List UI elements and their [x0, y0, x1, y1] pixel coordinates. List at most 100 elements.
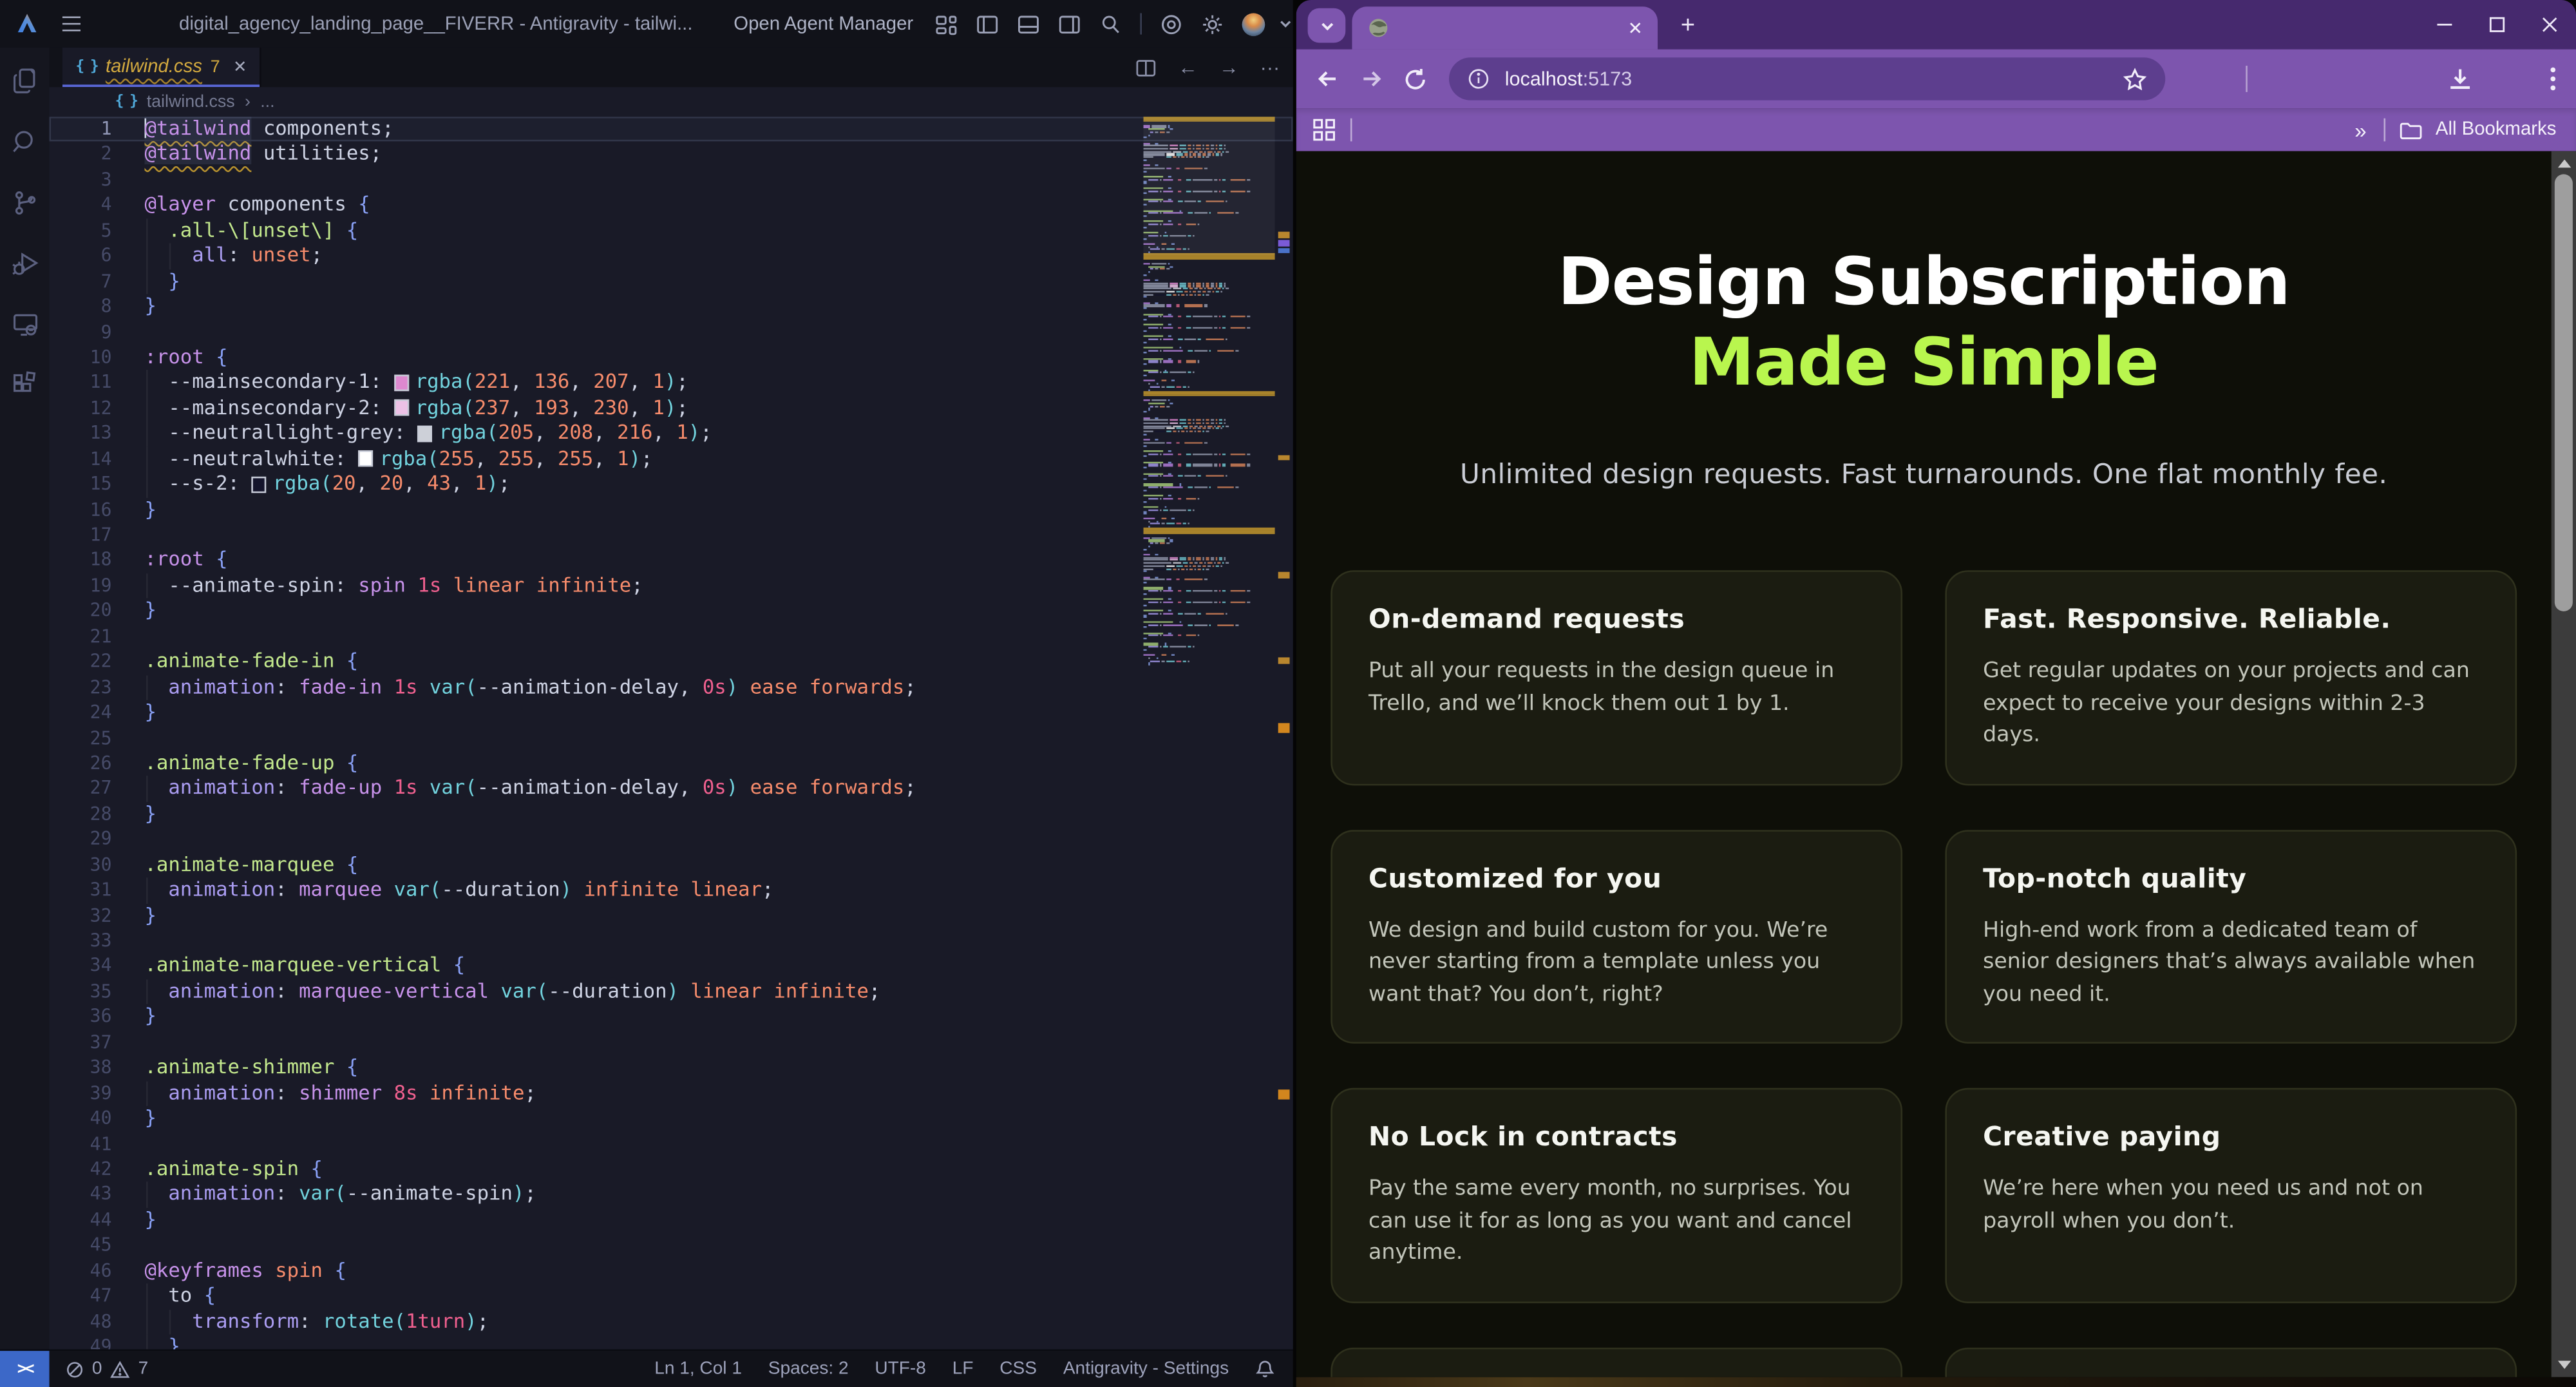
code-line: 38.animate-shimmer {: [50, 1055, 1293, 1080]
card-body: Put all your requests in the design queu…: [1368, 656, 1864, 720]
status-item[interactable]: CSS: [999, 1359, 1037, 1379]
scroll-down-arrow-icon[interactable]: [2557, 1361, 2570, 1369]
toolbar-divider: [2246, 66, 2248, 92]
navigate-back-icon[interactable]: ←: [1178, 56, 1198, 79]
explorer-icon[interactable]: [9, 66, 40, 97]
bookmarks-bar: » All Bookmarks: [1296, 108, 2576, 151]
code-line: 23 animation: fade-in 1s var(--animation…: [50, 675, 1293, 700]
card-body: We’re here when you need us and not on p…: [1983, 1173, 2479, 1237]
browser-tab[interactable]: ✕: [1352, 6, 1657, 49]
card-body: We design and build custom for you. We’r…: [1368, 915, 1864, 1011]
tab-close-icon[interactable]: ✕: [233, 59, 247, 77]
scroll-up-arrow-icon[interactable]: [2557, 159, 2570, 167]
status-item[interactable]: Ln 1, Col 1: [654, 1359, 742, 1379]
remote-explorer-icon[interactable]: [9, 309, 40, 340]
run-debug-icon[interactable]: [9, 248, 40, 279]
code-lines: 1@tailwind components;2@tailwind utiliti…: [50, 117, 1293, 1349]
toggle-secondary-sidebar-icon[interactable]: [1058, 12, 1081, 35]
url-bar[interactable]: localhost:5173: [1449, 57, 2165, 100]
notifications-bell-icon[interactable]: [1255, 1359, 1275, 1379]
divider: [1350, 119, 1352, 142]
status-item[interactable]: UTF-8: [875, 1359, 926, 1379]
error-count: 0: [92, 1359, 102, 1379]
split-editor-icon[interactable]: [1135, 57, 1157, 78]
breadcrumb-separator: ›: [245, 92, 251, 112]
bookmark-star-icon[interactable]: [2123, 66, 2147, 91]
divider: [1140, 13, 1142, 34]
code-line: 14 --neutralwhite: rgba(255, 255, 255, 1…: [50, 446, 1293, 472]
scrollbar-thumb[interactable]: [2555, 174, 2573, 611]
tab-warning-count: 7: [211, 57, 220, 77]
tab-filename: tailwind.css: [106, 57, 202, 77]
chevron-down-icon[interactable]: [1278, 17, 1293, 32]
open-agent-manager-button[interactable]: Open Agent Manager: [734, 14, 913, 34]
browser-tab-close-icon[interactable]: ✕: [1628, 17, 1643, 39]
code-line: 9: [50, 320, 1293, 345]
gear-icon[interactable]: [1201, 12, 1224, 35]
browser-maximize-button[interactable]: [2471, 0, 2524, 50]
customize-layout-icon[interactable]: [934, 12, 958, 35]
code-line: 43 animation: var(--animate-spin);: [50, 1182, 1293, 1207]
status-item[interactable]: Antigravity - Settings: [1063, 1359, 1229, 1379]
browser-preview-icon[interactable]: [1160, 12, 1183, 35]
back-button[interactable]: [1314, 66, 1341, 92]
code-line: 44}: [50, 1208, 1293, 1233]
new-tab-button[interactable]: +: [1681, 0, 1695, 50]
toggle-panel-icon[interactable]: [1017, 12, 1040, 35]
status-item[interactable]: LF: [952, 1359, 974, 1379]
minimap[interactable]: [1144, 117, 1275, 665]
code-line: 11 --mainsecondary-1: rgba(221, 136, 207…: [50, 370, 1293, 396]
code-editor[interactable]: 1@tailwind components;2@tailwind utiliti…: [50, 117, 1293, 1349]
code-line: 1@tailwind components;: [50, 117, 1293, 142]
apps-grid-icon[interactable]: [1312, 119, 1336, 142]
code-line: 30.animate-marquee {: [50, 852, 1293, 877]
color-swatch[interactable]: [358, 450, 373, 467]
downloads-button[interactable]: [2446, 65, 2474, 93]
browser-minimize-button[interactable]: [2418, 0, 2471, 50]
feature-card: No Lock in contractsPay the same every m…: [1331, 1088, 1902, 1303]
search-sidebar-icon[interactable]: [9, 126, 40, 157]
feature-card: Customized for youWe design and build cu…: [1331, 829, 1902, 1044]
problems-indicator[interactable]: 0 7: [66, 1359, 148, 1379]
code-line: 28}: [50, 801, 1293, 827]
page-scrollbar[interactable]: [2552, 151, 2576, 1377]
code-line: 41: [50, 1131, 1293, 1156]
code-line: 15 --s-2: rgba(20, 20, 43, 1);: [50, 472, 1293, 497]
editor-tabbar: { } tailwind.css 7 ✕ ← → ···: [50, 48, 1293, 87]
color-swatch[interactable]: [394, 400, 409, 417]
breadcrumb[interactable]: { } tailwind.css › ...: [50, 87, 1293, 117]
navigate-forward-icon[interactable]: →: [1219, 56, 1239, 79]
more-actions-icon[interactable]: ···: [1260, 56, 1280, 79]
feature-card: Top-notch qualityHigh-end work from a de…: [1945, 829, 2517, 1044]
tab-search-chevron-button[interactable]: [1308, 8, 1346, 43]
bookmarks-overflow-chevrons[interactable]: »: [2354, 117, 2366, 142]
card-body: High-end work from a dedicated team of s…: [1983, 915, 2479, 1011]
source-control-icon[interactable]: [9, 187, 40, 218]
toggle-sidebar-icon[interactable]: [976, 12, 999, 35]
code-line: 13 --neutrallight-grey: rgba(205, 208, 2…: [50, 421, 1293, 446]
reload-button[interactable]: [1403, 66, 1428, 91]
browser-close-button[interactable]: [2523, 0, 2576, 50]
forward-button[interactable]: [1359, 66, 1385, 92]
breadcrumb-file[interactable]: tailwind.css: [147, 92, 235, 112]
search-icon[interactable]: [1099, 12, 1122, 35]
color-swatch[interactable]: [251, 476, 266, 493]
color-swatch[interactable]: [394, 374, 409, 391]
all-bookmarks-button[interactable]: All Bookmarks: [2436, 120, 2557, 140]
status-item[interactable]: Spaces: 2: [768, 1359, 849, 1379]
browser-menu-kebab-icon[interactable]: [2550, 66, 2556, 92]
extensions-icon[interactable]: [9, 370, 40, 401]
hero-heading: Design Subscription Made Simple: [1296, 244, 2552, 405]
remote-indicator[interactable]: ><: [0, 1351, 50, 1387]
tab-tailwind-css[interactable]: { } tailwind.css 7 ✕: [62, 48, 261, 87]
code-line: 37: [50, 1030, 1293, 1055]
menu-icon[interactable]: [62, 16, 80, 31]
code-line: 2@tailwind utilities;: [50, 142, 1293, 167]
color-swatch[interactable]: [417, 425, 432, 442]
url-text[interactable]: localhost:5173: [1505, 68, 1632, 91]
avatar[interactable]: [1242, 12, 1265, 35]
screen: digital_agency_landing_page__FIVERR - An…: [0, 0, 2576, 1387]
code-line: 46@keyframes spin {: [50, 1258, 1293, 1283]
breadcrumb-more[interactable]: ...: [260, 92, 274, 112]
site-info-icon[interactable]: [1467, 68, 1490, 91]
